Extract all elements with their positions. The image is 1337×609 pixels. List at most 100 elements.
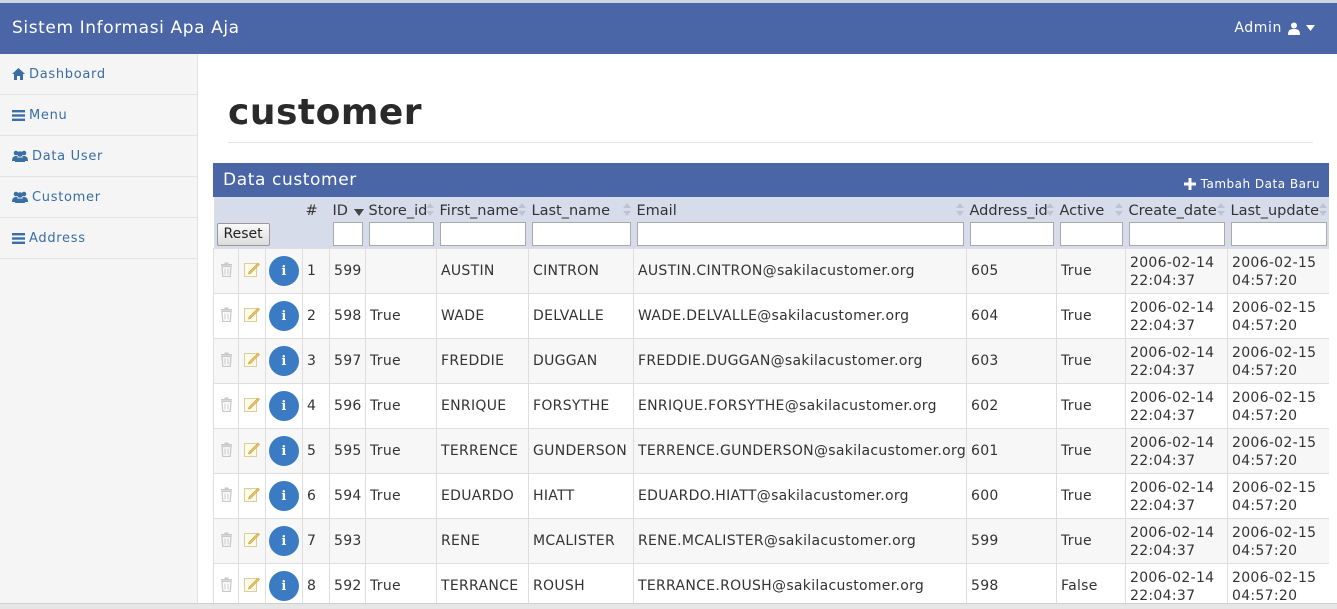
cell-active: True xyxy=(1056,518,1126,564)
cell-id: 592 xyxy=(329,563,366,609)
sidebar-item-data-user[interactable]: Data User xyxy=(0,136,197,177)
sort-icon xyxy=(1318,203,1327,217)
trash-icon[interactable] xyxy=(220,352,233,371)
cell-num: 4 xyxy=(302,383,330,429)
cell-create-date: 2006-02-14 22:04:37 xyxy=(1125,383,1228,429)
trash-icon[interactable] xyxy=(220,487,233,506)
trash-icon[interactable] xyxy=(220,577,233,596)
cell-id: 599 xyxy=(329,248,366,294)
trash-icon[interactable] xyxy=(220,397,233,416)
user-menu[interactable]: Admin xyxy=(1234,20,1315,36)
trash-icon[interactable] xyxy=(220,307,233,326)
edit-icon[interactable] xyxy=(244,486,260,506)
cell-store-id xyxy=(365,518,437,564)
cell-store-id: True xyxy=(365,428,437,474)
filter-active-input[interactable] xyxy=(1059,222,1123,246)
filter-cell-empty xyxy=(302,222,330,249)
cell-active: True xyxy=(1056,338,1126,384)
cell-num: 1 xyxy=(302,248,330,294)
cell-create-date: 2006-02-14 22:04:37 xyxy=(1125,473,1228,519)
trash-icon[interactable] xyxy=(220,262,233,281)
cell-last-name: ROUSH xyxy=(528,563,634,609)
edit-icon[interactable] xyxy=(244,351,260,371)
sort-icon xyxy=(955,203,964,217)
sort-icon xyxy=(517,203,526,217)
action-header xyxy=(265,197,303,222)
edit-cell xyxy=(238,428,266,474)
edit-cell xyxy=(238,293,266,339)
column-header-active[interactable]: Active xyxy=(1056,197,1126,222)
info-cell: i xyxy=(265,428,303,474)
cell-email: FREDDIE.DUGGAN@sakilacustomer.org xyxy=(633,338,967,384)
column-header-email[interactable]: Email xyxy=(633,197,967,222)
cell-num: 6 xyxy=(302,473,330,519)
sidebar-item-address[interactable]: Address xyxy=(0,218,197,259)
info-button[interactable]: i xyxy=(269,481,299,511)
column-header-last-update[interactable]: Last_update xyxy=(1227,197,1329,222)
column-header-address-id[interactable]: Address_id xyxy=(966,197,1057,222)
sort-icon xyxy=(1045,203,1054,217)
filter-store-id-input[interactable] xyxy=(368,222,434,246)
reset-button[interactable]: Reset xyxy=(216,222,270,246)
filter-address-id-input[interactable] xyxy=(969,222,1054,246)
app-title[interactable]: Sistem Informasi Apa Aja xyxy=(12,18,240,38)
cell-last-update: 2006-02-15 04:57:20 xyxy=(1227,248,1329,294)
info-button[interactable]: i xyxy=(269,346,299,376)
reset-cell: Reset xyxy=(213,222,303,249)
sidebar-item-customer[interactable]: Customer xyxy=(0,177,197,218)
cell-num: 7 xyxy=(302,518,330,564)
cell-num: 8 xyxy=(302,563,330,609)
info-button[interactable]: i xyxy=(269,301,299,331)
edit-icon[interactable] xyxy=(244,396,260,416)
filter-first-name-input[interactable] xyxy=(439,222,526,246)
info-button[interactable]: i xyxy=(269,256,299,286)
add-data-button[interactable]: Tambah Data Baru xyxy=(1183,177,1320,191)
info-cell: i xyxy=(265,338,303,384)
horizontal-scrollbar[interactable] xyxy=(0,603,1337,609)
cell-create-date: 2006-02-14 22:04:37 xyxy=(1125,563,1228,609)
filter-email-input[interactable] xyxy=(636,222,964,246)
trash-icon[interactable] xyxy=(220,532,233,551)
filter-last-name-input[interactable] xyxy=(531,222,631,246)
info-button[interactable]: i xyxy=(269,571,299,601)
info-button[interactable]: i xyxy=(269,436,299,466)
sidebar-item-menu[interactable]: Menu xyxy=(0,95,197,136)
delete-cell xyxy=(213,338,239,384)
column-header-store-id[interactable]: Store_id xyxy=(365,197,437,222)
panel-title: Data customer xyxy=(223,170,357,190)
cell-first-name: EDUARDO xyxy=(436,473,529,519)
edit-icon[interactable] xyxy=(244,576,260,596)
cell-store-id: True xyxy=(365,383,437,429)
filter-id-input[interactable] xyxy=(332,222,363,246)
column-header-id[interactable]: ID xyxy=(329,197,366,222)
edit-cell xyxy=(238,563,266,609)
action-header xyxy=(213,197,239,222)
column-header-last-name[interactable]: Last_name xyxy=(528,197,634,222)
cell-active: True xyxy=(1056,428,1126,474)
edit-icon[interactable] xyxy=(244,441,260,461)
edit-icon[interactable] xyxy=(244,531,260,551)
table-row: i 7 593 RENE MCALISTER RENE.MCALISTER@sakilac… xyxy=(213,518,1329,564)
cell-email: EDUARDO.HIATT@sakilacustomer.org xyxy=(633,473,967,519)
edit-icon[interactable] xyxy=(244,306,260,326)
filter-last-update-input[interactable] xyxy=(1230,222,1327,246)
list-icon xyxy=(12,109,25,121)
filter-cell xyxy=(1227,222,1329,249)
info-button[interactable]: i xyxy=(269,526,299,556)
cell-num: 5 xyxy=(302,428,330,474)
filter-create-date-input[interactable] xyxy=(1128,222,1225,246)
trash-icon[interactable] xyxy=(220,442,233,461)
sidebar-item-label: Data User xyxy=(32,148,104,164)
cell-first-name: FREDDIE xyxy=(436,338,529,384)
column-header-create-date[interactable]: Create_date xyxy=(1125,197,1228,222)
cell-first-name: ENRIQUE xyxy=(436,383,529,429)
sidebar-item-dashboard[interactable]: Dashboard xyxy=(0,54,197,95)
cell-address-id: 605 xyxy=(966,248,1057,294)
table-row: i 4 596 True ENRIQUE FORSYTHE ENRIQUE.FORSYTHE… xyxy=(213,383,1329,429)
edit-icon[interactable] xyxy=(244,261,260,281)
cell-create-date: 2006-02-14 22:04:37 xyxy=(1125,428,1228,474)
cell-create-date: 2006-02-14 22:04:37 xyxy=(1125,518,1228,564)
column-header-first-name[interactable]: First_name xyxy=(436,197,529,222)
cell-id: 594 xyxy=(329,473,366,519)
info-button[interactable]: i xyxy=(269,391,299,421)
